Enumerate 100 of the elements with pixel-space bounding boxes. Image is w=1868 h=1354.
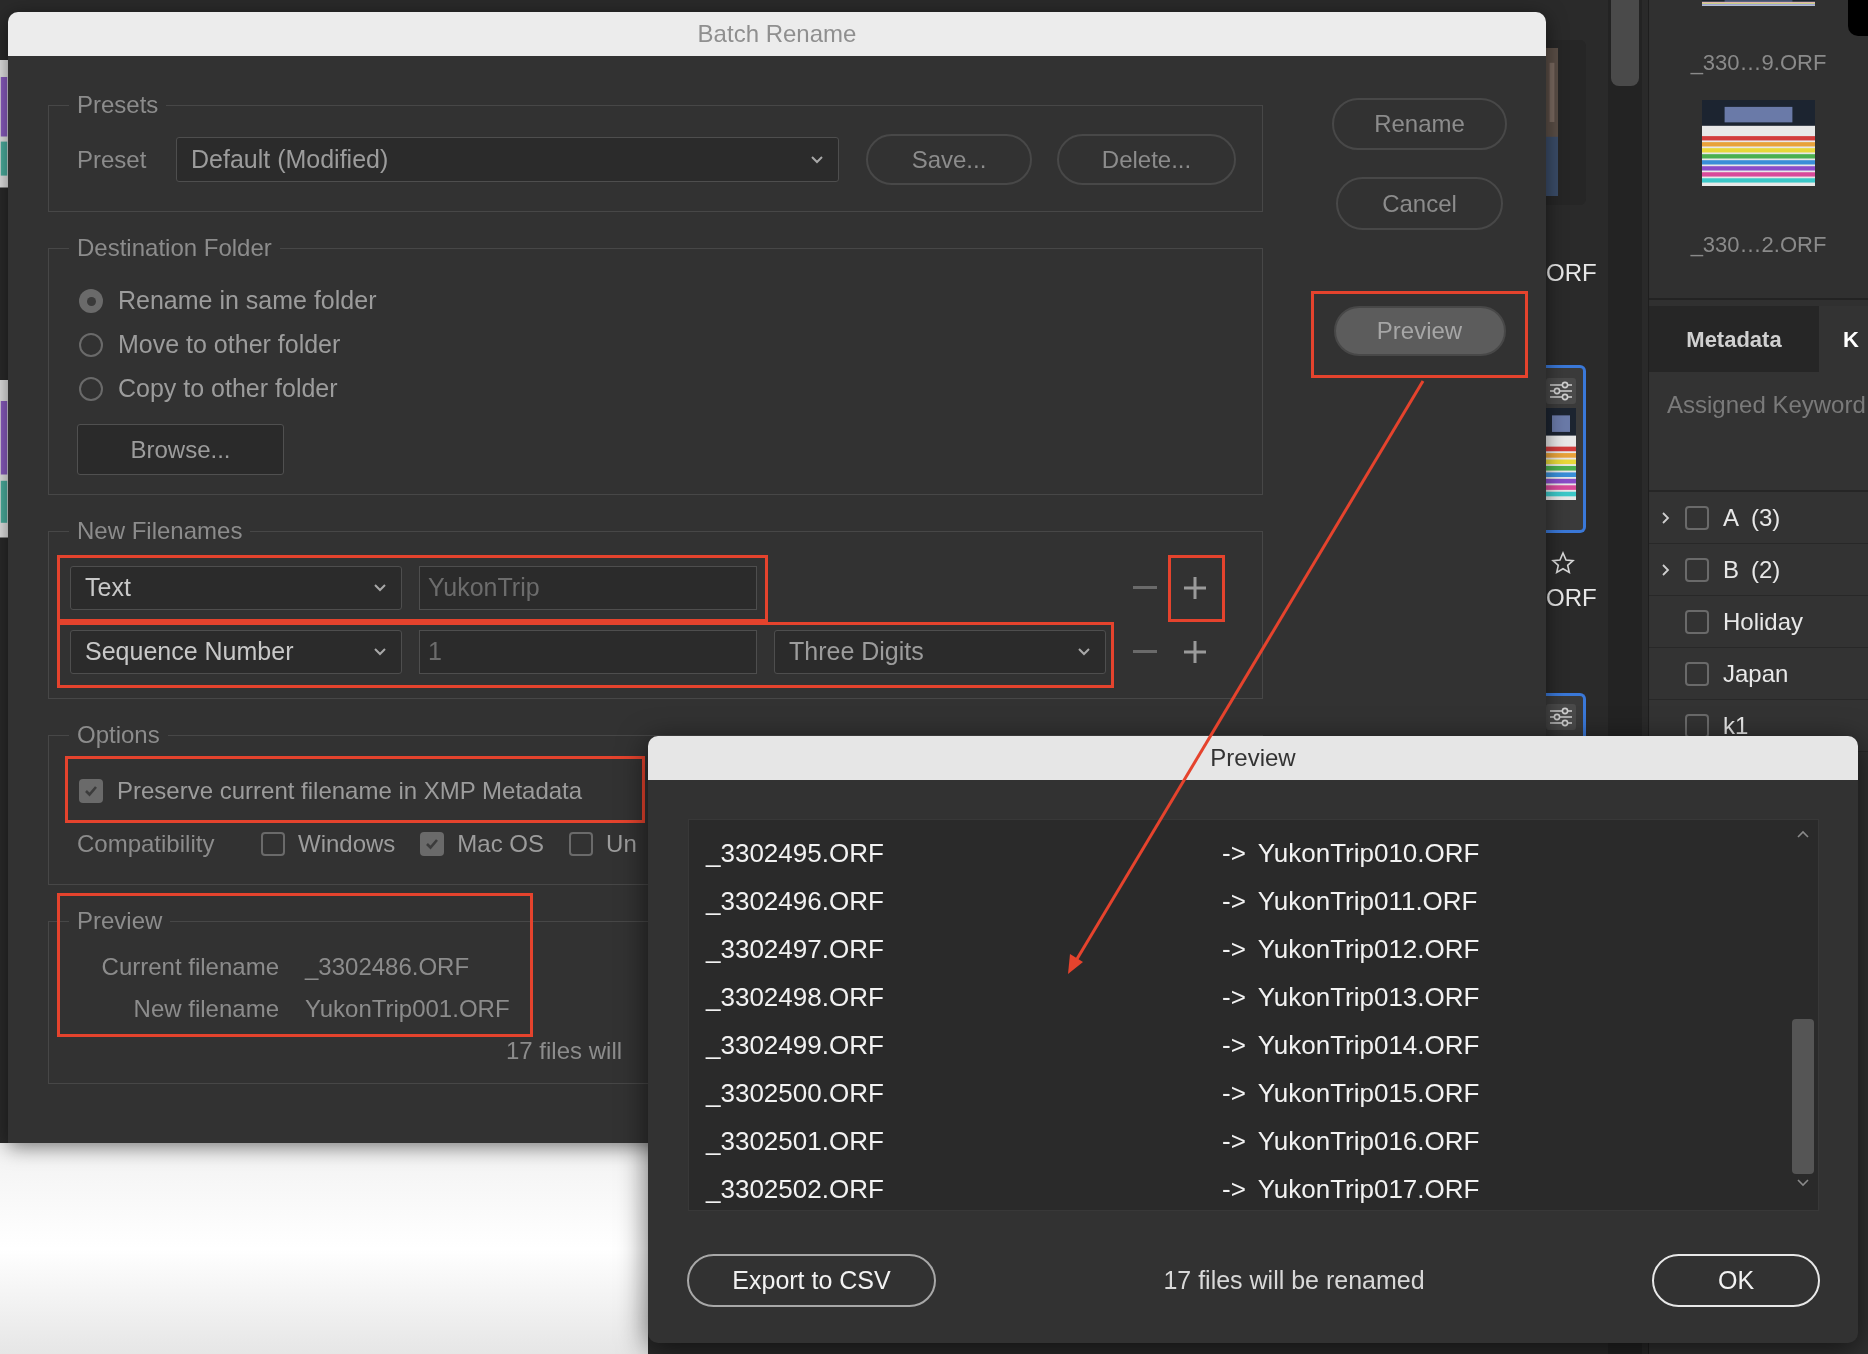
checkbox[interactable]	[79, 779, 103, 803]
panel-tab[interactable]: Metadata	[1649, 306, 1819, 372]
checkbox[interactable]	[1685, 661, 1709, 686]
thumbnail-label: _330…2.ORF	[1690, 231, 1827, 259]
plus-icon	[1183, 576, 1207, 600]
plus-icon	[1183, 640, 1207, 664]
checkbox[interactable]	[1685, 609, 1709, 634]
scrollbar-thumb[interactable]	[1792, 1019, 1814, 1174]
keyword-label: Japan	[1723, 658, 1789, 689]
thumbnail-label: ORF	[1546, 583, 1597, 613]
field-label: Current filename	[100, 952, 279, 982]
new-filename: YukonTrip016.ORF	[1257, 1124, 1480, 1158]
old-filename: _3302495.ORF	[706, 836, 885, 870]
old-filename: _3302497.ORF	[706, 932, 885, 966]
summary-text: 17 files will	[506, 1037, 623, 1064]
annotation-box	[1168, 555, 1225, 622]
summary-text: 17 files will be renamed	[1163, 1264, 1425, 1296]
new-filename: YukonTrip017.ORF	[1257, 1172, 1480, 1206]
new-filename: YukonTrip013.ORF	[1257, 980, 1480, 1014]
field-label: Compatibility	[77, 829, 216, 859]
radio-label: Rename in same folder	[118, 285, 377, 317]
chevron-icon[interactable]	[1661, 510, 1671, 525]
keyword-label: Holiday	[1723, 606, 1804, 637]
format-dropdown[interactable]: Three Digits	[774, 630, 1106, 674]
thumbnail-card[interactable]	[1546, 365, 1586, 533]
radio-label: Move to other folder	[118, 329, 341, 361]
checkbox[interactable]	[261, 832, 285, 856]
checkbox[interactable]	[420, 832, 445, 856]
sliders-icon[interactable]	[1546, 704, 1576, 730]
field-value: YukonTrip001.ORF	[305, 994, 510, 1024]
chevron-icon	[373, 647, 387, 657]
checkbox-label: Mac OS	[457, 829, 545, 859]
group-title: Preview	[76, 906, 164, 936]
arrow-text: ->	[1222, 836, 1246, 870]
arrow-text: ->	[1222, 1124, 1246, 1158]
group-title: New Filenames	[76, 516, 244, 546]
chevron-icon[interactable]	[1661, 562, 1671, 577]
arrow-text: ->	[1222, 1172, 1246, 1206]
checkbox-label: Windows	[298, 829, 396, 859]
arrow-text: ->	[1222, 1028, 1246, 1062]
text-field[interactable]: 1	[419, 630, 757, 674]
group-title: Destination Folder	[76, 233, 273, 263]
old-filename: _3302501.ORF	[706, 1124, 885, 1158]
arrow-text: ->	[1222, 1076, 1246, 1110]
radio-label: Copy to other folder	[118, 373, 338, 405]
checkbox[interactable]	[1685, 505, 1709, 530]
text-field[interactable]: YukonTrip	[419, 566, 757, 610]
radio-button[interactable]	[79, 289, 103, 313]
chevron-icon	[1077, 647, 1091, 657]
window-title: Preview	[648, 736, 1858, 780]
minus-icon	[1133, 650, 1157, 654]
type-dropdown[interactable]: Sequence Number	[70, 630, 402, 674]
new-filename: YukonTrip014.ORF	[1257, 1028, 1480, 1062]
scrollbar-thumb[interactable]	[1611, 0, 1639, 86]
cancel-button[interactable]: Cancel	[1336, 177, 1503, 230]
keyword-field[interactable]: Assigned Keyword	[1667, 390, 1868, 420]
chevron-icon	[810, 154, 824, 165]
checkbox-label: Un	[606, 829, 637, 859]
keyword-label: B	[1723, 554, 1739, 585]
chevron-icon	[373, 583, 387, 593]
preset-dropdown[interactable]: Default (Modified)	[176, 137, 839, 182]
thumbnail-label: ORF	[1546, 258, 1597, 288]
ok-button[interactable]: OK	[1652, 1254, 1820, 1307]
arrow-text: ->	[1222, 932, 1246, 966]
scroll-up-icon[interactable]	[1796, 829, 1810, 839]
field-label: Preset	[76, 144, 148, 175]
checkbox-label: Preserve current filename in XMP Metadata	[117, 776, 583, 806]
field-label: New filename	[132, 994, 279, 1024]
new-filename: YukonTrip015.ORF	[1257, 1076, 1480, 1110]
minus-icon	[1133, 586, 1157, 590]
window-title: Batch Rename	[8, 12, 1546, 56]
export-button[interactable]: Export to CSV	[687, 1254, 936, 1307]
keyword-count: (3)	[1751, 502, 1781, 533]
group-title: Options	[76, 720, 161, 750]
radio-button[interactable]	[79, 377, 103, 401]
keyword-count: (2)	[1751, 554, 1781, 585]
keyword-label: A	[1723, 502, 1739, 533]
delete-button[interactable]: Delete...	[1057, 134, 1236, 185]
field-value: _3302486.ORF	[305, 952, 470, 982]
window-corner	[1848, 0, 1868, 36]
checkbox[interactable]	[569, 832, 594, 856]
type-dropdown[interactable]: Text	[70, 566, 402, 610]
new-filename: YukonTrip011.ORF	[1257, 884, 1478, 918]
thumbnail-label: _330…9.ORF	[1690, 49, 1827, 77]
checkbox[interactable]	[1685, 557, 1709, 582]
radio-button[interactable]	[79, 333, 103, 357]
arrow-text: ->	[1222, 980, 1246, 1014]
save-button[interactable]: Save...	[866, 134, 1032, 185]
group-title: Presets	[76, 90, 160, 120]
old-filename: _3302496.ORF	[706, 884, 885, 918]
star-icon[interactable]	[1551, 551, 1575, 575]
sliders-icon[interactable]	[1546, 378, 1576, 404]
old-filename: _3302499.ORF	[706, 1028, 885, 1062]
new-filename: YukonTrip012.ORF	[1257, 932, 1480, 966]
old-filename: _3302498.ORF	[706, 980, 885, 1014]
browse-button[interactable]: Browse...	[77, 424, 284, 475]
old-filename: _3302502.ORF	[706, 1172, 885, 1206]
scroll-down-icon[interactable]	[1796, 1178, 1810, 1188]
rename-button[interactable]: Rename	[1332, 98, 1507, 150]
old-filename: _3302500.ORF	[706, 1076, 885, 1110]
